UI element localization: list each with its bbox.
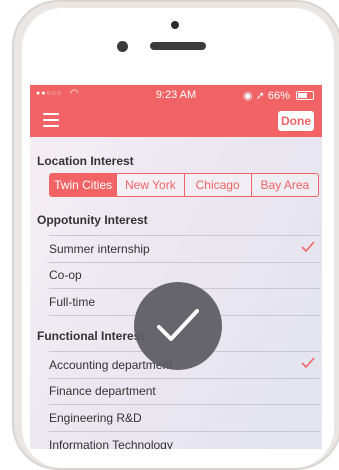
option-information-technology[interactable]: Information Technology — [49, 432, 320, 449]
option-label: Full-time — [49, 295, 96, 309]
option-summer-internship[interactable]: Summer internship — [49, 235, 320, 263]
functional-interest-title: Functional Interest — [37, 329, 145, 343]
status-bar: ●●○○○ ◠ 9:23 AM ◉ ➚ 66% — [30, 85, 322, 105]
segment-bay-area[interactable]: Bay Area — [250, 174, 318, 196]
front-camera — [117, 41, 128, 52]
segment-chicago[interactable]: Chicago — [183, 174, 251, 196]
battery-icon — [296, 91, 314, 100]
option-finance-department[interactable]: Finance department — [49, 378, 320, 405]
option-label: Summer internship — [49, 242, 150, 256]
location-segmented-control: Twin Cities New York Chicago Bay Area — [49, 173, 319, 197]
option-label: Finance department — [49, 384, 156, 398]
earpiece-speaker — [150, 42, 206, 50]
opportunity-interest-title: Oppotunity Interest — [37, 213, 148, 227]
app-screen: ●●○○○ ◠ 9:23 AM ◉ ➚ 66% Done Location In… — [30, 85, 322, 449]
nav-bar: Done — [30, 105, 322, 137]
location-interest-title: Location Interest — [37, 154, 134, 168]
option-label: Engineering R&D — [49, 411, 142, 425]
option-label: Co-op — [49, 268, 82, 282]
success-hud — [134, 282, 222, 370]
battery-percent: 66% — [267, 90, 290, 102]
done-button[interactable]: Done — [278, 111, 314, 131]
checkmark-icon — [301, 357, 315, 369]
location-arrow-icon: ➚ — [255, 90, 265, 102]
option-engineering-rd[interactable]: Engineering R&D — [49, 405, 320, 432]
option-label: Information Technology — [49, 438, 173, 449]
segment-twin-cities[interactable]: Twin Cities — [50, 174, 117, 196]
proximity-sensor — [171, 21, 179, 29]
success-checkmark-icon — [157, 309, 199, 341]
hamburger-icon[interactable] — [43, 113, 59, 127]
lock-rotation-icon: ◉ — [242, 90, 253, 102]
checkmark-icon — [301, 241, 315, 253]
status-right: ◉ ➚ 66% — [243, 89, 314, 102]
segment-new-york[interactable]: New York — [116, 174, 183, 196]
